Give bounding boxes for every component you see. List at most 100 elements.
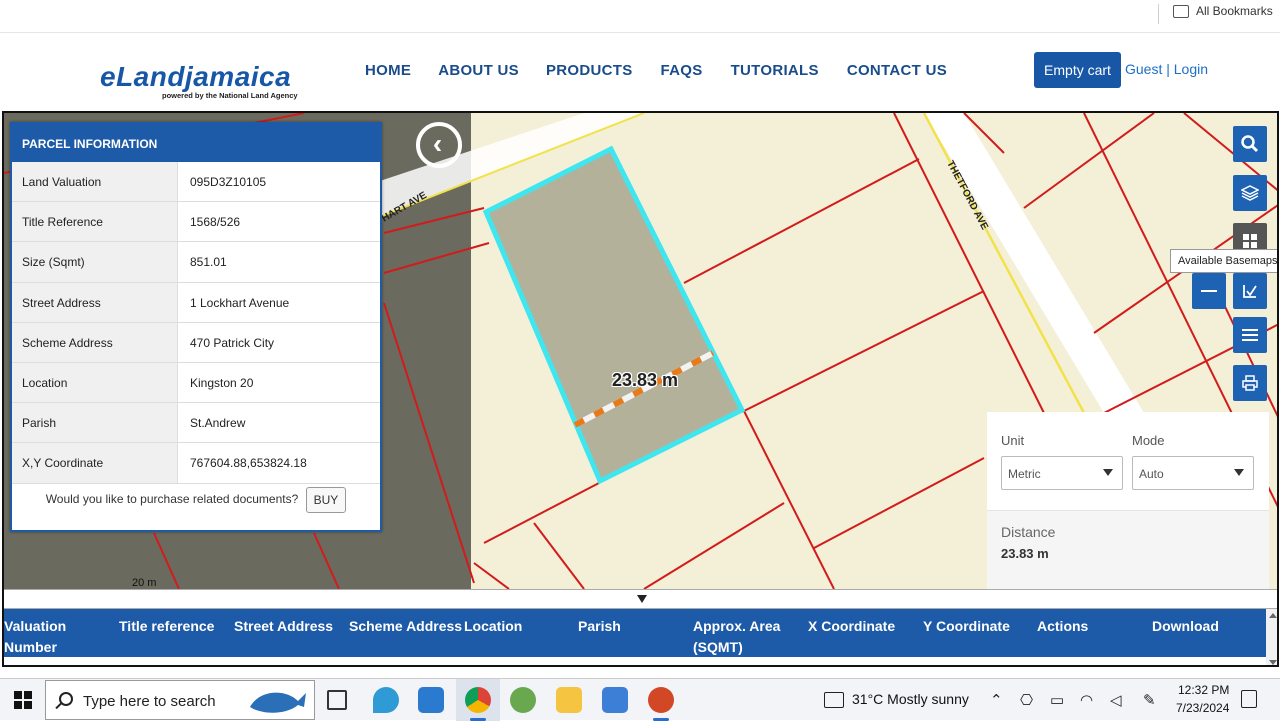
col-approx-area[interactable]: Approx. Area (SQMT) bbox=[693, 616, 793, 658]
whale-icon bbox=[250, 692, 306, 713]
measure-icon[interactable] bbox=[1233, 273, 1267, 309]
wifi-icon[interactable]: ◠ bbox=[1080, 691, 1093, 709]
basemaps-tooltip: Available Basemaps bbox=[1170, 249, 1277, 273]
list-icon[interactable] bbox=[1233, 317, 1267, 353]
windows-taskbar: Type here to search 31°C Mostly sunny ⌃ … bbox=[0, 678, 1280, 721]
parcel-key: Scheme Address bbox=[12, 322, 178, 362]
col-scheme-address[interactable]: Scheme Address bbox=[349, 616, 462, 637]
empty-cart-button[interactable]: Empty cart bbox=[1034, 52, 1121, 88]
chevron-left-icon[interactable]: ‹ bbox=[416, 122, 462, 168]
battery-icon[interactable]: ▭ bbox=[1050, 691, 1064, 709]
unit-label: Unit bbox=[1001, 433, 1025, 448]
parcel-key: Location bbox=[12, 362, 178, 403]
weather-status[interactable]: 31°C Mostly sunny bbox=[852, 691, 969, 707]
notification-icon[interactable] bbox=[1241, 690, 1257, 708]
unit-select-value: Metric bbox=[1008, 467, 1041, 481]
scale-label: 20 m bbox=[132, 577, 157, 589]
parcel-value: 470 Patrick City bbox=[190, 335, 275, 350]
col-valuation-number[interactable]: Valuation Number bbox=[4, 616, 114, 658]
purchase-prompt-row: Would you like to purchase related docum… bbox=[12, 487, 380, 513]
unit-select[interactable]: Metric bbox=[1001, 456, 1123, 490]
photos-icon[interactable] bbox=[602, 687, 628, 713]
parcel-key: Size (Sqmt) bbox=[12, 242, 178, 282]
task-view-icon[interactable] bbox=[327, 690, 347, 710]
nav-faqs[interactable]: FAQS bbox=[661, 62, 703, 79]
parcel-value: 095D3Z10105 bbox=[190, 175, 267, 189]
volume-icon[interactable]: ◁ bbox=[1110, 691, 1122, 709]
col-actions[interactable]: Actions bbox=[1037, 616, 1088, 637]
results-scrollbar[interactable] bbox=[1266, 609, 1277, 665]
clock-date[interactable]: 7/23/2024 bbox=[1176, 701, 1229, 715]
col-title-reference[interactable]: Title reference bbox=[119, 616, 214, 637]
bookmarks-bar: All Bookmarks bbox=[0, 0, 1280, 33]
print-icon[interactable] bbox=[1233, 365, 1267, 401]
measure-distance-label: 23.83 m bbox=[612, 370, 679, 390]
parcel-row: Parish St.Andrew bbox=[12, 403, 380, 444]
col-street-address[interactable]: Street Address bbox=[234, 616, 333, 637]
file-explorer-icon[interactable] bbox=[556, 687, 582, 713]
table-row[interactable] bbox=[4, 657, 1266, 665]
parcel-row: Location Kingston 20 bbox=[12, 362, 380, 404]
bookmarks-separator bbox=[1158, 4, 1159, 24]
parcel-key: X,Y Coordinate bbox=[12, 443, 178, 483]
mode-select[interactable]: Auto bbox=[1132, 456, 1254, 490]
buy-button[interactable]: BUY bbox=[305, 487, 347, 513]
parcel-key: Parish bbox=[12, 403, 178, 443]
nav-contact-us[interactable]: CONTACT US bbox=[847, 62, 947, 79]
windows-start-icon[interactable] bbox=[14, 691, 32, 709]
weather-icon bbox=[824, 692, 844, 708]
chrome-icon[interactable] bbox=[465, 687, 491, 713]
col-x-coordinate[interactable]: X Coordinate bbox=[808, 616, 895, 637]
scroll-down-icon[interactable] bbox=[1269, 660, 1277, 665]
parcel-row: Title Reference 1568/526 bbox=[12, 202, 380, 243]
search-icon[interactable] bbox=[1233, 126, 1267, 162]
parcel-info-panel: PARCEL INFORMATION Land Valuation 095D3Z1… bbox=[10, 122, 382, 532]
parcel-value: 1568/526 bbox=[190, 215, 241, 230]
chevron-down-icon bbox=[1103, 469, 1113, 476]
pen-icon[interactable]: ✎ bbox=[1143, 691, 1156, 709]
map-viewer[interactable]: HART AVE THETFORD AVE 23.83 m 20 m PARCE… bbox=[2, 111, 1279, 667]
nav-products[interactable]: PRODUCTS bbox=[546, 62, 633, 79]
nav-about-us[interactable]: ABOUT US bbox=[438, 62, 519, 79]
nav-tutorials[interactable]: TUTORIALS bbox=[731, 62, 819, 79]
parcel-key: Land Valuation bbox=[12, 162, 178, 202]
parcel-value: St.Andrew bbox=[190, 416, 246, 431]
taskbar-search-placeholder: Type here to search bbox=[83, 693, 216, 710]
scroll-up-icon[interactable] bbox=[1269, 613, 1277, 618]
results-table-header: Valuation Number Title reference Street … bbox=[4, 609, 1266, 657]
zoom-out-icon[interactable] bbox=[1192, 273, 1226, 309]
col-download[interactable]: Download bbox=[1152, 616, 1219, 637]
guest-login-link[interactable]: Guest | Login bbox=[1125, 61, 1208, 77]
powerpoint-icon[interactable] bbox=[648, 687, 674, 713]
col-y-coordinate[interactable]: Y Coordinate bbox=[923, 616, 1010, 637]
taskbar-search[interactable]: Type here to search bbox=[45, 680, 315, 720]
store-icon[interactable] bbox=[418, 687, 444, 713]
parcel-key: Title Reference bbox=[12, 202, 178, 242]
selected-parcel[interactable] bbox=[482, 145, 746, 485]
chevron-down-icon bbox=[1234, 469, 1244, 476]
folder-icon[interactable] bbox=[1173, 5, 1189, 18]
parcel-row: Scheme Address 470 Patrick City bbox=[12, 322, 380, 363]
app-drop-icon[interactable] bbox=[373, 687, 399, 713]
parcel-value: 851.01 bbox=[190, 255, 227, 270]
distance-value: 23.83 m bbox=[1001, 546, 1049, 561]
collapse-arrow-icon[interactable] bbox=[637, 595, 647, 603]
road-thetford bbox=[924, 113, 1144, 413]
layers-icon[interactable] bbox=[1233, 175, 1267, 211]
meet-now-icon[interactable]: ⎔ bbox=[1020, 691, 1033, 709]
road-edge-line bbox=[922, 113, 1086, 414]
results-splitter[interactable] bbox=[4, 589, 1277, 609]
all-bookmarks-link[interactable]: All Bookmarks bbox=[1196, 4, 1273, 18]
site-logo[interactable]: eLandjamaica bbox=[100, 61, 291, 93]
col-location[interactable]: Location bbox=[464, 616, 522, 637]
nav-home[interactable]: HOME bbox=[365, 62, 411, 79]
clock-time[interactable]: 12:32 PM bbox=[1178, 683, 1229, 697]
site-header: eLandjamaica powered by the National Lan… bbox=[0, 33, 1280, 109]
parcel-row: Size (Sqmt) 851.01 bbox=[12, 242, 380, 283]
parcel-value: 1 Lockhart Avenue bbox=[190, 295, 290, 310]
distance-label: Distance bbox=[1001, 524, 1056, 540]
parcel-value: 767604.88,653824.18 bbox=[190, 456, 307, 471]
col-parish[interactable]: Parish bbox=[578, 616, 621, 637]
chevron-up-icon[interactable]: ⌃ bbox=[990, 691, 1003, 709]
app-globe-icon[interactable] bbox=[510, 687, 536, 713]
